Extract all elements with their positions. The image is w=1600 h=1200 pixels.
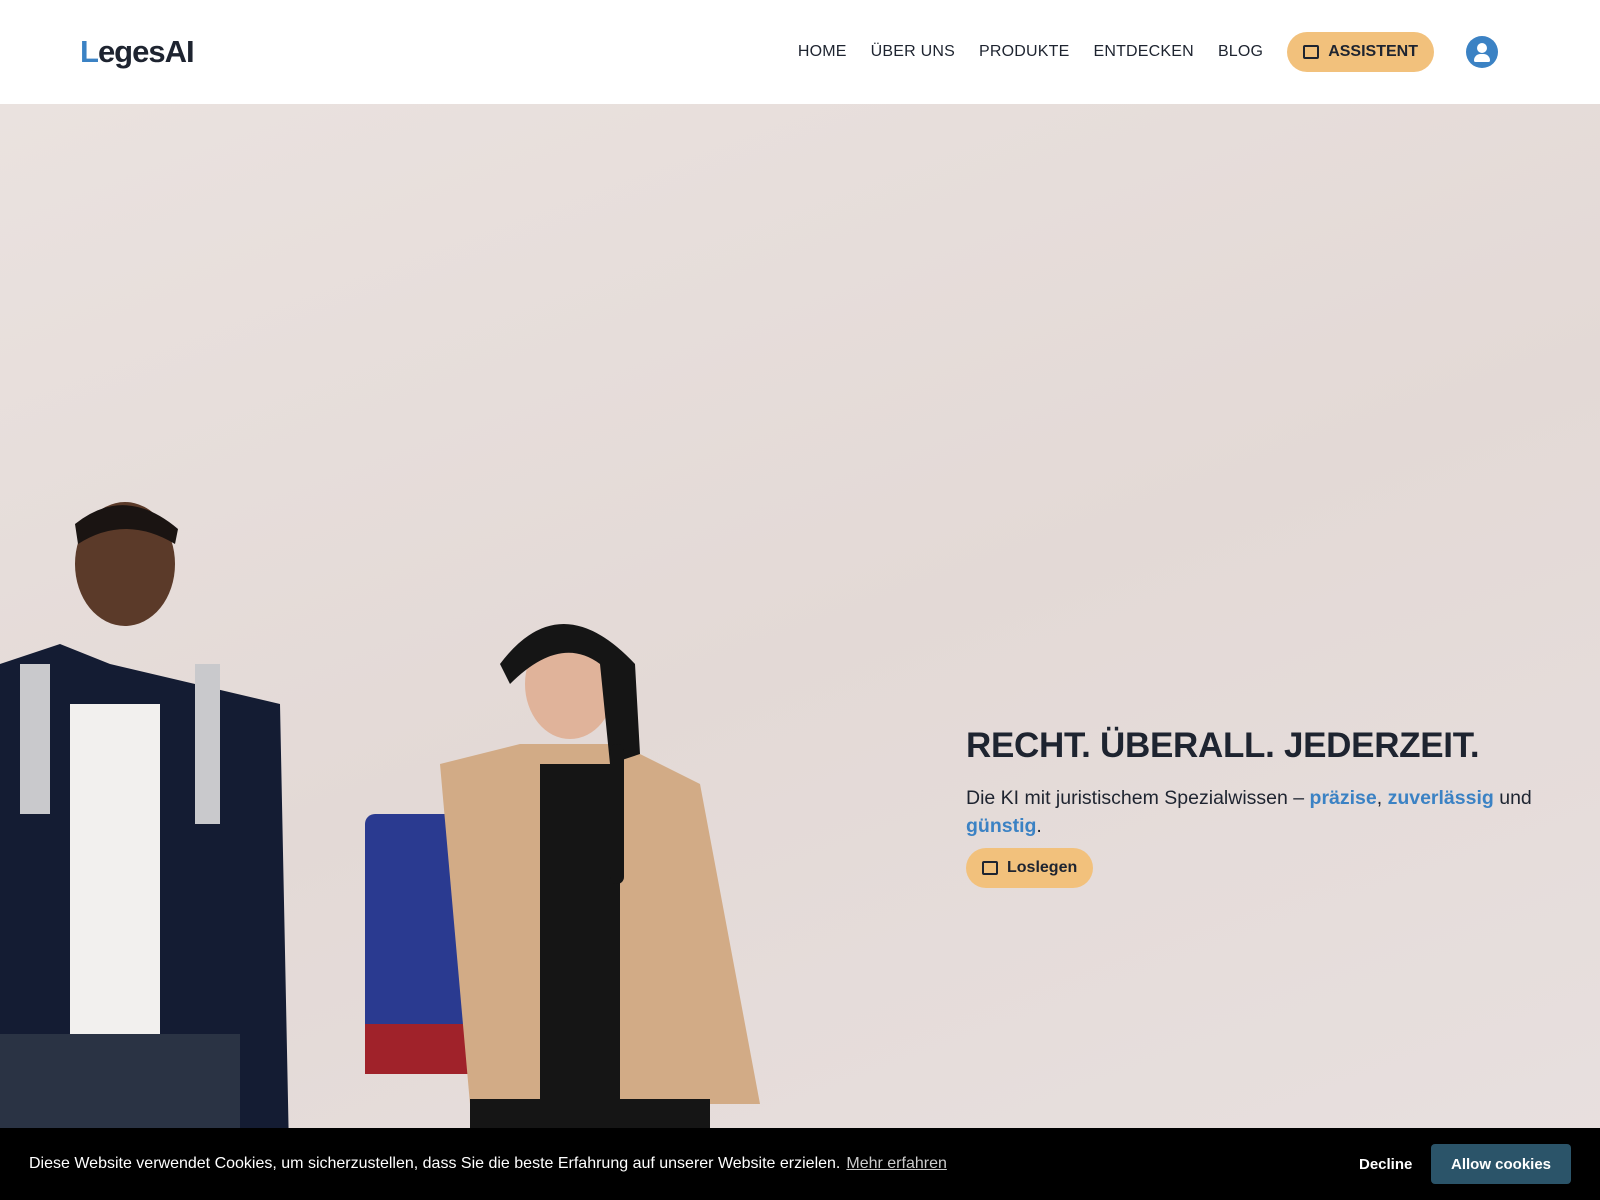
- top-navbar: LegesAI HOME ÜBER UNS PRODUKTE ENTDECKEN…: [0, 0, 1600, 104]
- cookie-message: Diese Website verwendet Cookies, um sich…: [29, 1155, 947, 1173]
- user-icon[interactable]: [1466, 36, 1498, 68]
- allow-cookies-button[interactable]: Allow cookies: [1431, 1144, 1571, 1184]
- hero-photo: [0, 502, 760, 1200]
- hero-subtitle: Die KI mit juristischem Spezialwissen – …: [966, 784, 1566, 840]
- nav-home[interactable]: HOME: [798, 43, 847, 61]
- nav-products[interactable]: PRODUKTE: [979, 43, 1070, 61]
- learn-more-link[interactable]: Mehr erfahren: [846, 1155, 947, 1172]
- get-started-label: Loslegen: [1007, 859, 1078, 876]
- period: .: [1036, 815, 1042, 837]
- main-menu: HOME ÜBER UNS PRODUKTE ENTDECKEN BLOG AS…: [774, 0, 1498, 104]
- separator: ,: [1376, 787, 1388, 809]
- nav-about[interactable]: ÜBER UNS: [871, 43, 955, 61]
- hero-title: RECHT. ÜBERALL. JEDERZEIT.: [966, 726, 1480, 765]
- highlight-precise: präzise: [1309, 787, 1377, 809]
- cookie-banner: Diese Website verwendet Cookies, um sich…: [0, 1128, 1600, 1200]
- highlight-reliable: zuverlässig: [1387, 787, 1494, 809]
- chat-sparkle-icon: [982, 861, 998, 875]
- highlight-affordable: günstig: [966, 815, 1037, 837]
- cookie-text: Diese Website verwendet Cookies, um sich…: [29, 1155, 841, 1172]
- hero-section: RECHT. ÜBERALL. JEDERZEIT. Die KI mit ju…: [0, 104, 1600, 1200]
- subtitle-text: Die KI mit juristischem Spezialwissen –: [966, 787, 1310, 809]
- logo[interactable]: LegesAI: [80, 34, 195, 70]
- nav-discover[interactable]: ENTDECKEN: [1093, 43, 1193, 61]
- decline-button[interactable]: Decline: [1359, 1156, 1412, 1173]
- separator: und: [1493, 787, 1532, 809]
- assistant-button[interactable]: ASSISTENT: [1287, 32, 1434, 72]
- get-started-button[interactable]: Loslegen: [966, 848, 1094, 888]
- chat-sparkle-icon: [1303, 45, 1320, 59]
- nav-blog[interactable]: BLOG: [1218, 43, 1263, 61]
- assistant-label: ASSISTENT: [1328, 43, 1418, 60]
